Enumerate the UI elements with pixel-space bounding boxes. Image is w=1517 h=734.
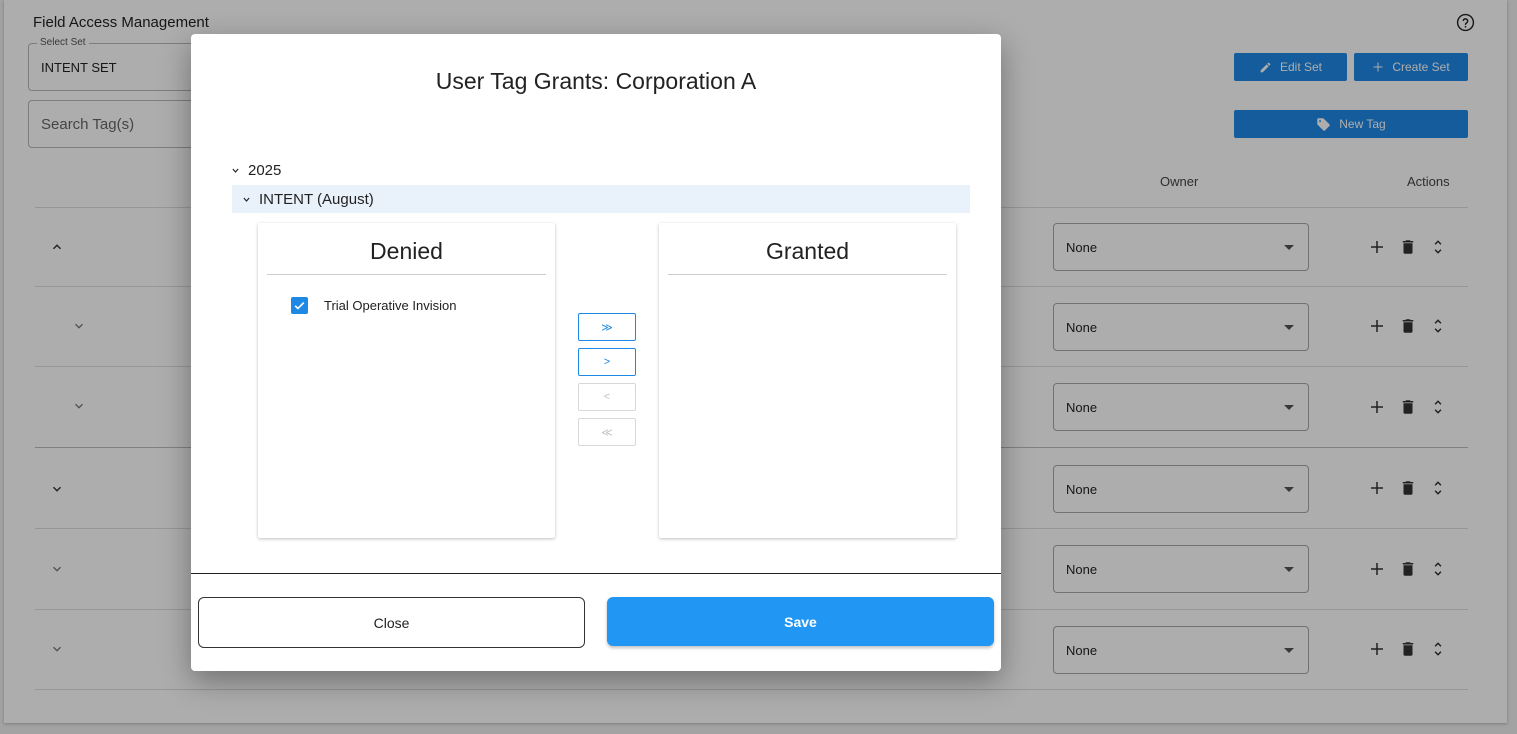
- list-item-label: Trial Operative Invision: [324, 298, 457, 313]
- chevron-down-icon: [232, 168, 239, 173]
- panel-divider: [668, 274, 947, 275]
- tree-node-year[interactable]: 2025: [231, 160, 281, 180]
- close-button[interactable]: Close: [198, 597, 585, 648]
- move-all-right-button[interactable]: ≫: [578, 313, 636, 341]
- move-all-left-button[interactable]: ≪: [578, 418, 636, 446]
- move-right-button[interactable]: >: [578, 348, 636, 376]
- denied-panel: Denied Trial Operative Invision: [258, 223, 555, 538]
- check-icon: [294, 301, 305, 310]
- checkbox[interactable]: [291, 297, 308, 314]
- granted-panel: Granted: [659, 223, 956, 538]
- chevron-down-icon: [243, 197, 250, 202]
- dialog-footer-divider: [191, 573, 1001, 574]
- denied-title: Denied: [370, 238, 443, 264]
- panel-divider: [267, 274, 546, 275]
- save-button[interactable]: Save: [607, 597, 994, 646]
- dialog-title: User Tag Grants: Corporation A: [435, 68, 757, 94]
- tree-node-year-label: 2025: [248, 161, 282, 179]
- list-item[interactable]: Trial Operative Invision: [291, 297, 456, 314]
- move-left-button[interactable]: <: [578, 383, 636, 411]
- user-tag-grants-dialog: User Tag Grants: Corporation A 2025 INTE…: [191, 34, 1001, 671]
- granted-title: Granted: [765, 238, 850, 264]
- tree-node-group[interactable]: INTENT (August): [232, 185, 970, 213]
- tree-node-group-label: INTENT (August): [259, 190, 374, 208]
